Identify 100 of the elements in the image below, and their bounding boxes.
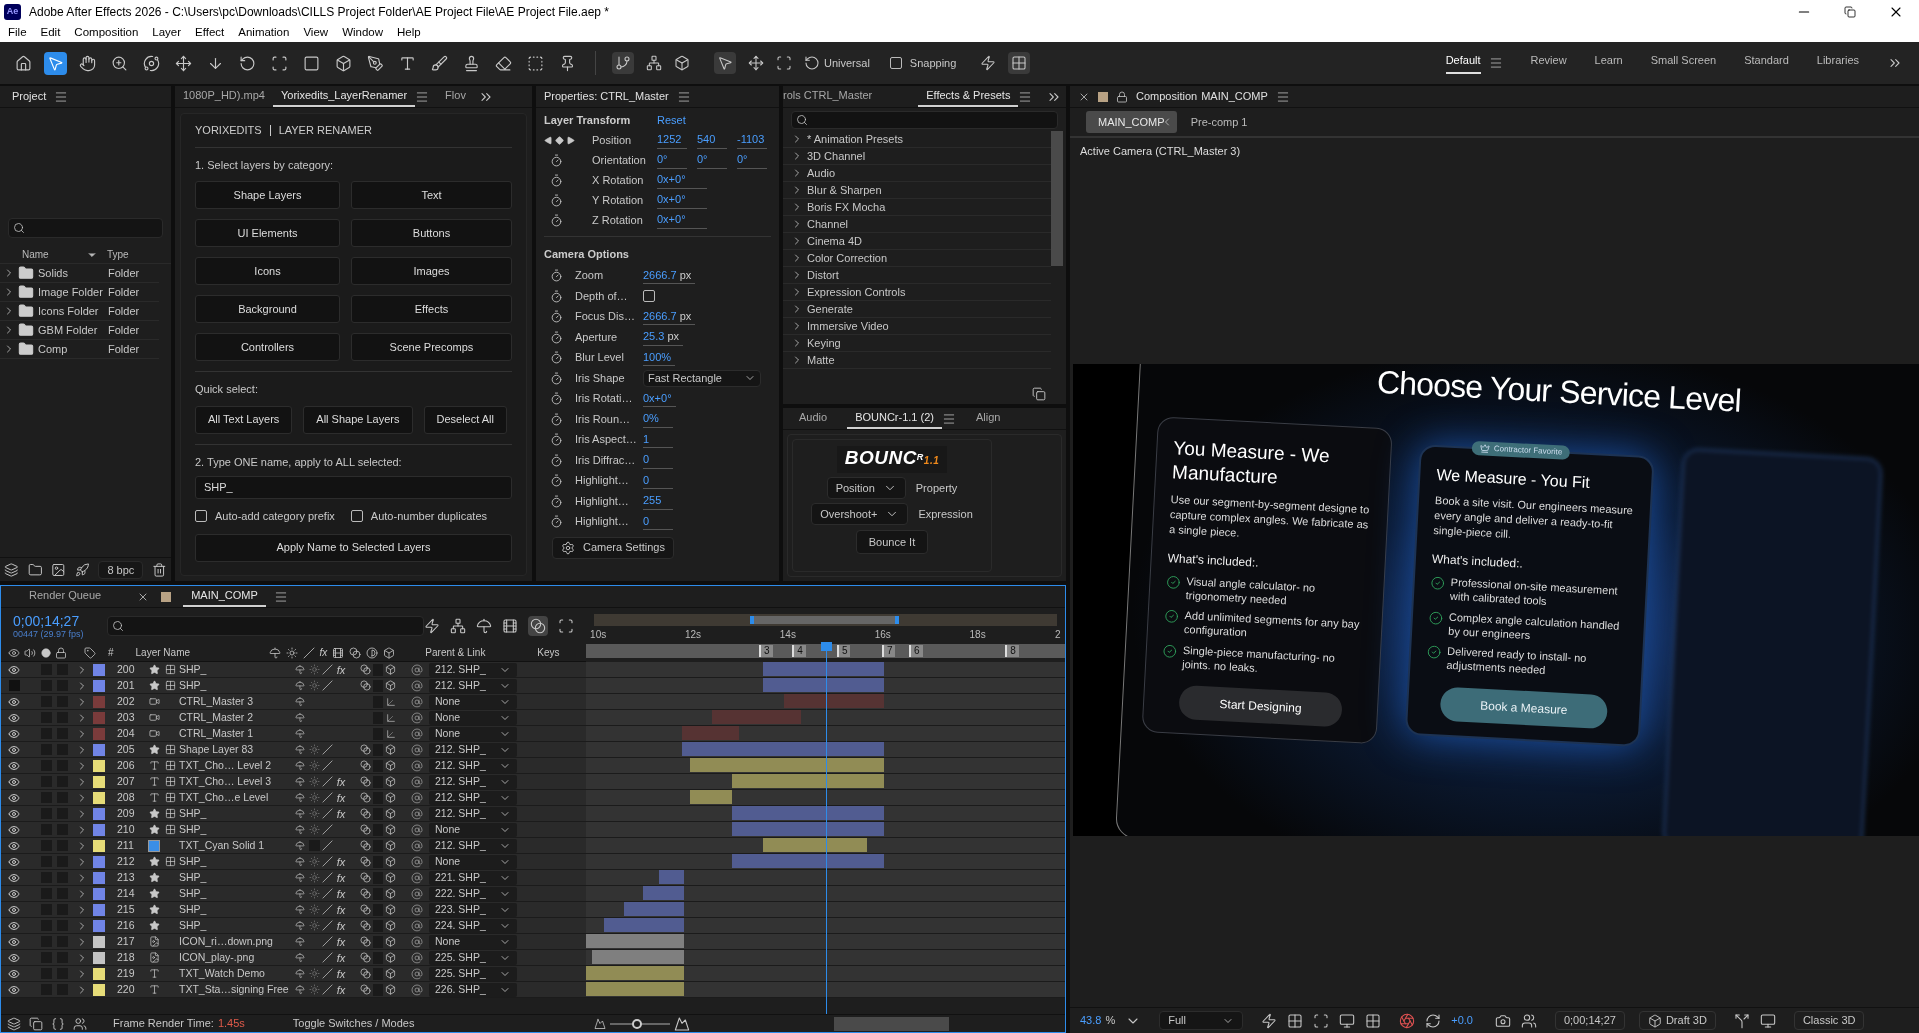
axis-icon[interactable] <box>385 712 396 723</box>
value-field[interactable]: 540 <box>697 131 727 149</box>
eye-icon[interactable] <box>6 695 22 708</box>
adjustment-toggle[interactable] <box>372 983 384 996</box>
braces-icon[interactable] <box>51 1016 65 1031</box>
transparency-grid-icon[interactable] <box>1287 1012 1304 1029</box>
quality-icon[interactable] <box>322 760 334 771</box>
motion-blur-icon[interactable] <box>359 920 371 931</box>
sun-icon[interactable] <box>308 680 320 691</box>
frame-blending-icon[interactable] <box>502 618 518 634</box>
view-layout-icon[interactable] <box>1733 1012 1750 1029</box>
value-field[interactable]: 1252 <box>657 131 687 149</box>
category-button[interactable]: Shape Layers <box>195 181 340 209</box>
parent-dropdown[interactable]: 212. SHP_ <box>429 758 517 773</box>
menu-icon[interactable] <box>1275 89 1290 104</box>
project-item[interactable]: Solids Folder <box>0 264 159 283</box>
sun-icon[interactable] <box>308 984 320 995</box>
fx-switch[interactable]: fx <box>336 983 346 996</box>
lock-icon[interactable] <box>55 646 67 659</box>
menu-item[interactable]: Effect <box>195 24 225 42</box>
color-management-icon[interactable] <box>1425 1012 1442 1029</box>
quality-icon[interactable] <box>322 904 334 915</box>
motion-blur-icon[interactable] <box>359 792 371 803</box>
fx-switch[interactable]: fx <box>336 967 346 980</box>
quick-select-button[interactable]: All Shape Layers <box>303 405 413 434</box>
effect-category[interactable]: Boris FX Mocha <box>783 199 1051 216</box>
quality-icon[interactable] <box>322 680 334 691</box>
sun-icon[interactable] <box>308 824 320 835</box>
value-field[interactable]: 255 <box>643 492 673 510</box>
fx-switch[interactable]: fx <box>336 871 346 884</box>
parent-dropdown[interactable]: 226. SHP_ <box>429 982 517 997</box>
users-icon[interactable] <box>73 1016 87 1031</box>
value-field[interactable]: 2666.7 px <box>643 307 696 326</box>
move-icon[interactable] <box>175 54 192 72</box>
effect-category[interactable]: 3D Channel <box>783 148 1051 165</box>
parent-dropdown[interactable]: 225. SHP_ <box>429 950 517 965</box>
dropdown[interactable]: Fast Rectangle <box>643 369 761 387</box>
bpc-button[interactable]: 8 bpc <box>98 560 144 579</box>
layers-icon[interactable] <box>7 1016 21 1031</box>
menu-item[interactable]: Layer <box>152 24 182 42</box>
trash-icon[interactable] <box>152 561 167 578</box>
breadcrumb[interactable]: MAIN_COMP <box>1086 111 1177 133</box>
umbrella-icon[interactable] <box>295 840 305 851</box>
adjustment-toggle[interactable] <box>372 887 384 900</box>
motion-blur-icon[interactable] <box>359 936 371 947</box>
cube-icon[interactable] <box>385 744 397 755</box>
card-button[interactable]: Book a Measure <box>1439 686 1609 730</box>
eye-icon[interactable] <box>6 711 22 724</box>
visibility-toggle[interactable] <box>6 679 22 692</box>
panel-tab[interactable]: Effects & Presets <box>918 86 1019 107</box>
panel-tab[interactable]: MAIN_COMP <box>183 586 266 607</box>
audio-icon[interactable] <box>24 646 36 659</box>
cube-icon[interactable] <box>385 920 397 931</box>
sun-icon[interactable] <box>308 776 320 787</box>
cube-icon[interactable] <box>385 888 397 899</box>
umbrella-icon[interactable] <box>295 776 305 787</box>
quick-select-button[interactable]: Deselect All <box>423 405 507 434</box>
parent-dropdown[interactable]: 212. SHP_ <box>429 742 517 757</box>
quality-icon[interactable] <box>322 840 334 851</box>
workspace-tab[interactable]: Review <box>1530 52 1567 74</box>
dropdown[interactable]: Position <box>826 477 906 499</box>
value-field[interactable]: 0 <box>643 451 673 469</box>
umbrella-icon[interactable] <box>295 904 305 915</box>
cube-icon[interactable] <box>385 840 397 851</box>
value-field[interactable]: 1 <box>643 430 673 449</box>
parent-dropdown[interactable]: 224. SHP_ <box>429 918 517 933</box>
eye-icon[interactable] <box>8 646 20 659</box>
eye-icon[interactable] <box>6 935 22 948</box>
umbrella-icon[interactable] <box>295 792 305 803</box>
adjustment-toggle[interactable] <box>372 679 384 692</box>
panel-tab[interactable]: Audio <box>791 408 836 429</box>
sun-icon[interactable] <box>308 664 320 675</box>
keyframe-icon[interactable] <box>555 135 564 145</box>
orbit-icon[interactable] <box>143 54 160 72</box>
umbrella-icon[interactable] <box>295 824 305 835</box>
category-button[interactable]: Images <box>351 257 512 285</box>
umbrella-icon[interactable] <box>295 664 305 675</box>
adjustment-toggle[interactable] <box>372 967 384 980</box>
category-button[interactable]: Text <box>351 181 512 209</box>
menu-icon[interactable] <box>1488 56 1503 70</box>
cube-icon[interactable] <box>385 792 397 803</box>
umbrella-icon[interactable] <box>295 744 305 755</box>
fx-switch[interactable]: fx <box>336 919 346 932</box>
parent-dropdown[interactable]: 221. SHP_ <box>429 870 517 885</box>
zoom-icon[interactable] <box>111 54 128 72</box>
stopwatch-icon[interactable] <box>550 412 563 426</box>
sun-icon[interactable] <box>308 856 320 867</box>
adjustment-toggle[interactable] <box>372 919 384 932</box>
layer-duration-bar[interactable] <box>689 790 733 804</box>
stopwatch-icon[interactable] <box>550 310 563 323</box>
panel-tab[interactable]: Flov <box>437 86 474 107</box>
quality-icon[interactable] <box>322 952 334 963</box>
category-button[interactable]: Icons <box>195 257 340 285</box>
fx-switch[interactable]: fx <box>336 663 346 676</box>
effect-category[interactable]: Keying <box>783 335 1051 352</box>
new-item-icon[interactable] <box>1032 387 1046 401</box>
quality-icon[interactable] <box>322 856 334 867</box>
stopwatch-icon[interactable] <box>550 153 563 167</box>
label-icon[interactable] <box>84 646 96 659</box>
motion-blur-icon[interactable] <box>359 776 371 787</box>
